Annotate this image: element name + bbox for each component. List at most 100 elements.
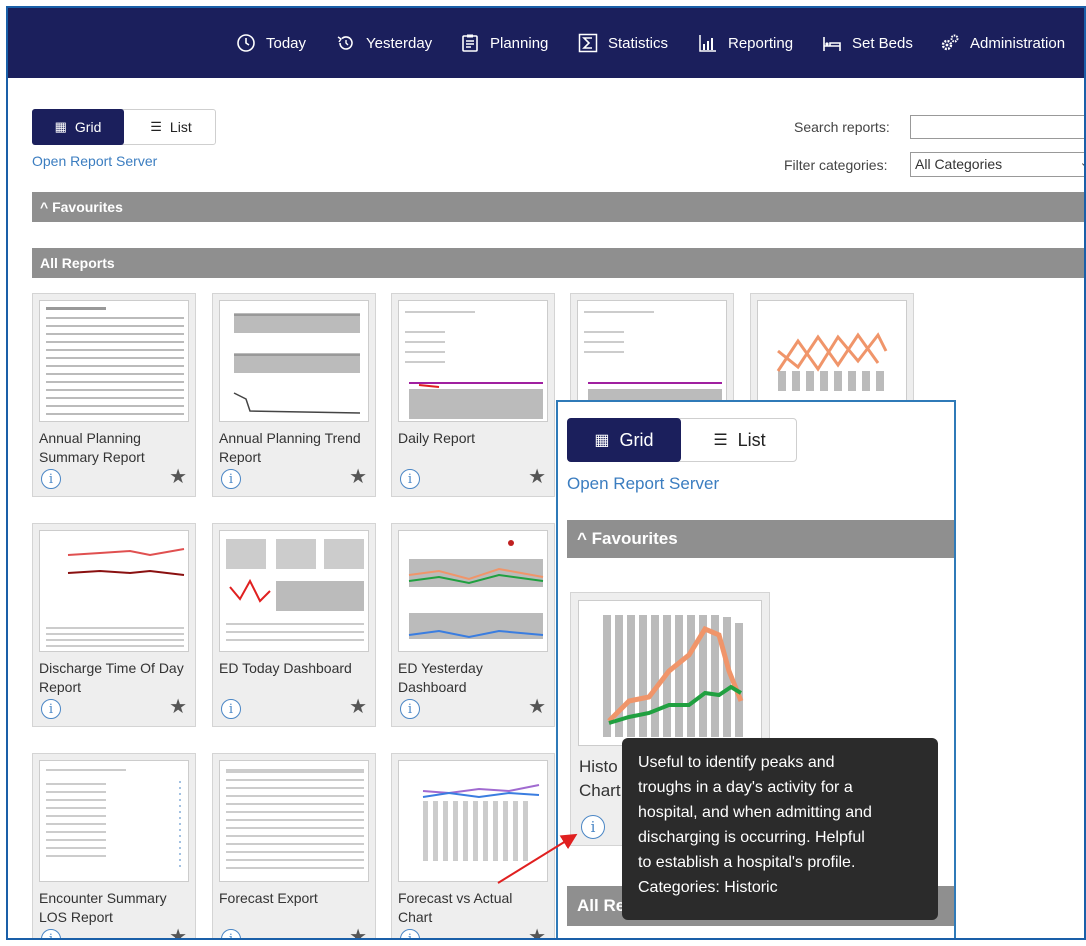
all-reports-section-header: All Reports bbox=[32, 248, 1084, 278]
report-card[interactable]: Encounter Summary LOS Report i ★ bbox=[32, 753, 196, 938]
info-icon[interactable]: i bbox=[400, 929, 420, 938]
nav-set-beds[interactable]: Set Beds bbox=[822, 32, 913, 54]
gears-icon bbox=[940, 33, 960, 53]
tooltip-line: hospital, and when admitting and bbox=[638, 804, 872, 821]
report-title: Discharge Time Of Day Report bbox=[39, 660, 184, 695]
zoom-view-toggle: ▦ Grid ☰ List bbox=[567, 418, 797, 462]
info-icon[interactable]: i bbox=[221, 469, 241, 489]
star-icon[interactable]: ★ bbox=[349, 697, 367, 717]
zoom-inset-callout: ▦ Grid ☰ List Open Report Server ^ Favou… bbox=[556, 400, 956, 938]
star-icon[interactable]: ★ bbox=[349, 927, 367, 938]
report-card[interactable]: Daily Report i ★ bbox=[391, 293, 555, 497]
report-description-tooltip: Useful to identify peaks and troughs in … bbox=[622, 738, 938, 920]
list-icon: ☰ bbox=[150, 119, 162, 134]
report-thumbnail bbox=[219, 760, 369, 882]
grid-icon: ▦ bbox=[54, 119, 67, 134]
info-icon[interactable]: i bbox=[400, 469, 420, 489]
favourites-section-header[interactable]: ^ Favourites bbox=[32, 192, 1084, 222]
tooltip-line: discharging is occurring. Helpful bbox=[638, 829, 865, 846]
grid-view-label: Grid bbox=[74, 119, 102, 135]
star-icon[interactable]: ★ bbox=[528, 467, 546, 487]
report-thumbnail bbox=[398, 530, 548, 652]
star-icon[interactable]: ★ bbox=[169, 697, 187, 717]
star-icon[interactable]: ★ bbox=[349, 467, 367, 487]
report-card[interactable]: Annual Planning Trend Report i ★ bbox=[212, 293, 376, 497]
search-label: Search reports: bbox=[794, 119, 890, 135]
report-thumbnail bbox=[39, 530, 189, 652]
zoom-grid-label: Grid bbox=[619, 429, 654, 450]
nav-today-label: Today bbox=[266, 34, 307, 52]
report-thumbnail bbox=[398, 760, 548, 882]
list-view-button[interactable]: ☰ List bbox=[125, 109, 217, 145]
report-title: Encounter Summary LOS Report bbox=[39, 890, 167, 925]
report-thumbnail bbox=[39, 760, 189, 882]
report-title: ED Yesterday Dashboard bbox=[398, 660, 483, 695]
tooltip-line: troughs in a day's activity for a bbox=[638, 779, 853, 796]
sigma-icon bbox=[578, 33, 598, 53]
grid-icon: ▦ bbox=[594, 432, 610, 449]
report-card[interactable]: ED Yesterday Dashboard i ★ bbox=[391, 523, 555, 727]
zoom-list-label: List bbox=[737, 429, 766, 450]
zoom-list-view-button[interactable]: ☰ List bbox=[681, 418, 798, 462]
tooltip-line: Categories: Historic bbox=[638, 879, 778, 896]
report-card[interactable]: Discharge Time Of Day Report i ★ bbox=[32, 523, 196, 727]
all-reports-label: All Reports bbox=[40, 255, 115, 271]
info-icon[interactable]: i bbox=[581, 815, 605, 839]
nav-today[interactable]: Today bbox=[236, 32, 306, 54]
report-title: Annual Planning Trend Report bbox=[219, 430, 361, 465]
report-card[interactable]: Annual Planning Summary Report i ★ bbox=[32, 293, 196, 497]
report-card[interactable]: ED Today Dashboard i ★ bbox=[212, 523, 376, 727]
favourites-label: Favourites bbox=[52, 199, 123, 215]
nav-yesterday-label: Yesterday bbox=[366, 34, 433, 52]
star-icon[interactable]: ★ bbox=[528, 927, 546, 938]
tooltip-line: Useful to identify peaks and bbox=[638, 754, 835, 771]
report-title: Daily Report bbox=[398, 430, 476, 446]
info-icon[interactable]: i bbox=[400, 699, 420, 719]
history-icon bbox=[336, 33, 356, 53]
nav-planning[interactable]: Planning bbox=[460, 32, 548, 54]
star-icon[interactable]: ★ bbox=[169, 467, 187, 487]
top-navigation-bar: Today Yesterday Planning Statistics Repo… bbox=[8, 8, 1084, 78]
star-icon[interactable]: ★ bbox=[528, 697, 546, 717]
info-icon[interactable]: i bbox=[221, 699, 241, 719]
report-title: ED Today Dashboard bbox=[219, 660, 352, 676]
info-icon[interactable]: i bbox=[41, 469, 61, 489]
star-icon[interactable]: ★ bbox=[169, 927, 187, 938]
open-report-server-link[interactable]: Open Report Server bbox=[32, 153, 157, 169]
search-input[interactable] bbox=[910, 115, 1084, 139]
grid-view-button[interactable]: ▦ Grid bbox=[32, 109, 124, 145]
view-toggle: ▦ Grid ☰ List bbox=[32, 109, 216, 145]
clock-icon bbox=[236, 33, 256, 53]
chevron-up-icon: ^ bbox=[40, 199, 49, 215]
report-thumbnail bbox=[219, 300, 369, 422]
nav-set-beds-label: Set Beds bbox=[852, 34, 913, 52]
nav-yesterday[interactable]: Yesterday bbox=[336, 32, 432, 54]
list-icon: ☰ bbox=[713, 432, 728, 449]
report-title: Forecast Export bbox=[219, 890, 318, 906]
nav-administration[interactable]: Administration bbox=[940, 32, 1065, 54]
zoom-grid-view-button[interactable]: ▦ Grid bbox=[567, 418, 681, 462]
bed-icon bbox=[822, 33, 842, 53]
clipboard-icon bbox=[460, 33, 480, 53]
list-view-label: List bbox=[169, 119, 192, 135]
app-frame: Today Yesterday Planning Statistics Repo… bbox=[6, 6, 1086, 940]
info-icon[interactable]: i bbox=[41, 699, 61, 719]
nav-statistics-label: Statistics bbox=[608, 34, 669, 52]
report-card[interactable]: Forecast Export i ★ bbox=[212, 753, 376, 938]
zoom-open-report-server-link[interactable]: Open Report Server bbox=[567, 474, 719, 494]
filter-categories-select[interactable]: All Categories ⌄ bbox=[910, 152, 1084, 177]
chevron-down-icon: ⌄ bbox=[1080, 156, 1084, 169]
nav-administration-label: Administration bbox=[970, 34, 1066, 52]
info-icon[interactable]: i bbox=[41, 929, 61, 938]
bar-chart-icon bbox=[698, 33, 718, 53]
report-card[interactable]: Forecast vs Actual Chart i ★ bbox=[391, 753, 555, 938]
info-icon[interactable]: i bbox=[221, 929, 241, 938]
tooltip-line: to establish a hospital's profile. bbox=[638, 854, 856, 871]
filter-label: Filter categories: bbox=[784, 157, 888, 173]
nav-planning-label: Planning bbox=[490, 34, 549, 52]
nav-reporting[interactable]: Reporting bbox=[698, 32, 793, 54]
nav-reporting-label: Reporting bbox=[728, 34, 794, 52]
nav-statistics[interactable]: Statistics bbox=[578, 32, 668, 54]
report-title: Forecast vs Actual Chart bbox=[398, 890, 513, 925]
zoom-favourites-section-header[interactable]: ^ Favourites bbox=[567, 520, 954, 558]
